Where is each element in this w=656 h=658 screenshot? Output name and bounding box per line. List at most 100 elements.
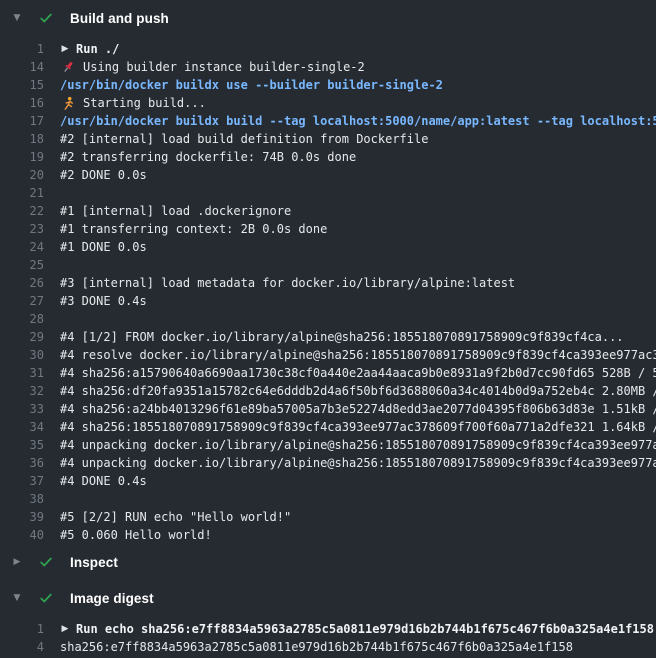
check-icon bbox=[38, 554, 54, 570]
log-line: 17/usr/bin/docker buildx build --tag loc… bbox=[0, 112, 656, 130]
log-line: 14 Using builder instance builder-single-… bbox=[0, 58, 656, 76]
log-line: 20 #2 DONE 0.0s bbox=[0, 166, 656, 184]
log-text: #2 DONE 0.0s bbox=[60, 166, 147, 184]
line-number[interactable]: 4 bbox=[0, 638, 44, 656]
line-number[interactable]: 24 bbox=[0, 238, 44, 256]
log-text-content: #1 [internal] load .dockerignore bbox=[60, 202, 291, 220]
log-line: 29 #4 [1/2] FROM docker.io/library/alpine… bbox=[0, 328, 656, 346]
log-line: 16 Starting build... bbox=[0, 94, 656, 112]
line-number[interactable]: 1 bbox=[0, 620, 44, 638]
log-text: /usr/bin/docker buildx use --builder bui… bbox=[60, 76, 443, 94]
log-text-content: #3 DONE 0.4s bbox=[60, 292, 147, 310]
line-number[interactable]: 33 bbox=[0, 400, 44, 418]
line-number[interactable]: 14 bbox=[0, 58, 44, 76]
log-text-content: #1 DONE 0.0s bbox=[60, 238, 147, 256]
log-line: 27 #3 DONE 0.4s bbox=[0, 292, 656, 310]
line-number[interactable]: 17 bbox=[0, 112, 44, 130]
line-number[interactable]: 31 bbox=[0, 364, 44, 382]
line-number[interactable]: 16 bbox=[0, 94, 44, 112]
expand-play-icon[interactable]: ▶ bbox=[60, 620, 70, 638]
line-number[interactable]: 21 bbox=[0, 184, 44, 202]
expand-play-icon[interactable]: ▶ bbox=[60, 40, 70, 58]
log-line: 39 #5 [2/2] RUN echo "Hello world!" bbox=[0, 508, 656, 526]
line-number[interactable]: 20 bbox=[0, 166, 44, 184]
log-text-content: #3 [internal] load metadata for docker.i… bbox=[60, 274, 515, 292]
log-line: 1 ▶Run echo sha256:e7ff8834a5963a2785c5a0… bbox=[0, 620, 656, 638]
line-number[interactable]: 40 bbox=[0, 526, 44, 544]
log-text-content: Starting build... bbox=[83, 94, 206, 112]
line-number[interactable]: 28 bbox=[0, 310, 44, 328]
log-text: #2 [internal] load build definition from… bbox=[60, 130, 428, 148]
section-header-image-digest[interactable]: ▼Image digest bbox=[0, 586, 656, 610]
log-text: #4 DONE 0.4s bbox=[60, 472, 147, 490]
log-lines: 1 ▶ Run ./ 14 Using builder instance builder… bbox=[0, 40, 656, 544]
log-text: #3 [internal] load metadata for docker.i… bbox=[60, 274, 515, 292]
log-text: #5 [2/2] RUN echo "Hello world!" bbox=[60, 508, 291, 526]
log-line: 19 #2 transferring dockerfile: 74B 0.0s d… bbox=[0, 148, 656, 166]
log-line: 40 #5 0.060 Hello world! bbox=[0, 526, 656, 544]
log-text: #4 unpacking docker.io/library/alpine@sh… bbox=[60, 436, 656, 454]
line-number[interactable]: 34 bbox=[0, 418, 44, 436]
line-number[interactable]: 27 bbox=[0, 292, 44, 310]
section-title: Build and push bbox=[70, 11, 169, 26]
log-line: 28 bbox=[0, 310, 656, 328]
log-text: #3 DONE 0.4s bbox=[60, 292, 147, 310]
log-text-content: #4 DONE 0.4s bbox=[60, 472, 147, 490]
line-number[interactable]: 39 bbox=[0, 508, 44, 526]
section-image-digest: ▼Image digest 1 ▶Run echo sha256:e7ff8834a… bbox=[0, 586, 656, 656]
chevron-down-icon: ▼ bbox=[10, 6, 24, 30]
section-title: Inspect bbox=[70, 555, 118, 570]
line-number[interactable]: 22 bbox=[0, 202, 44, 220]
log-text: ▶ Run ./ bbox=[60, 40, 119, 58]
line-number[interactable]: 38 bbox=[0, 490, 44, 508]
section-title: Image digest bbox=[70, 591, 154, 606]
section-build-and-push: ▼ Build and push 1 ▶ Run ./ 14 Using builder i… bbox=[0, 0, 656, 544]
log-line: 36 #4 unpacking docker.io/library/alpine@… bbox=[0, 454, 656, 472]
log-text-content: Run ./ bbox=[76, 40, 119, 58]
log-text: #4 unpacking docker.io/library/alpine@sh… bbox=[60, 454, 656, 472]
check-icon bbox=[38, 590, 54, 606]
log-lines: 1 ▶Run echo sha256:e7ff8834a5963a2785c5a0… bbox=[0, 620, 656, 656]
log-text: ▶Run echo sha256:e7ff8834a5963a2785c5a08… bbox=[60, 620, 654, 638]
log-text: #4 sha256:a24bb4013296f61e89ba57005a7b3e… bbox=[60, 400, 656, 418]
log-line: 4sha256:e7ff8834a5963a2785c5a0811e979d16… bbox=[0, 638, 656, 656]
line-number[interactable]: 23 bbox=[0, 220, 44, 238]
section-header-build-and-push[interactable]: ▼ Build and push bbox=[0, 6, 656, 30]
workflow-log: ▼Build and push1▶Run ./14Using builder i… bbox=[0, 0, 656, 656]
line-number[interactable]: 19 bbox=[0, 148, 44, 166]
line-number[interactable]: 15 bbox=[0, 76, 44, 94]
log-line: 35 #4 unpacking docker.io/library/alpine@… bbox=[0, 436, 656, 454]
log-text-content: #4 sha256:a24bb4013296f61e89ba57005a7b3e… bbox=[60, 400, 656, 418]
log-text: Starting build... bbox=[60, 94, 206, 112]
log-line: 15/usr/bin/docker buildx use --builder b… bbox=[0, 76, 656, 94]
log-line: 22 #1 [internal] load .dockerignore bbox=[0, 202, 656, 220]
log-text-content: #4 [1/2] FROM docker.io/library/alpine@s… bbox=[60, 328, 624, 346]
line-number[interactable]: 36 bbox=[0, 454, 44, 472]
line-number[interactable]: 26 bbox=[0, 274, 44, 292]
log-line: 18 #2 [internal] load build definition fr… bbox=[0, 130, 656, 148]
line-number[interactable]: 32 bbox=[0, 382, 44, 400]
log-line: 24 #1 DONE 0.0s bbox=[0, 238, 656, 256]
log-text: Using builder instance builder-single-2 bbox=[60, 58, 365, 76]
section-header-inspect[interactable]: ▶Inspect bbox=[0, 550, 656, 574]
log-text-content: #2 transferring dockerfile: 74B 0.0s don… bbox=[60, 148, 356, 166]
section-inspect: ▶Inspect bbox=[0, 550, 656, 574]
log-text-content: #4 sha256:185518070891758909c9f839cf4ca3… bbox=[60, 418, 656, 436]
log-text: #1 DONE 0.0s bbox=[60, 238, 147, 256]
line-number[interactable]: 18 bbox=[0, 130, 44, 148]
log-text-content: #4 unpacking docker.io/library/alpine@sh… bbox=[60, 436, 656, 454]
log-text: #4 sha256:df20fa9351a15782c64e6dddb2d4a6… bbox=[60, 382, 656, 400]
line-number[interactable]: 30 bbox=[0, 346, 44, 364]
line-number[interactable]: 37 bbox=[0, 472, 44, 490]
log-text-content: /usr/bin/docker buildx build --tag local… bbox=[60, 112, 656, 130]
line-number[interactable]: 1 bbox=[0, 40, 44, 58]
log-text-content: #4 unpacking docker.io/library/alpine@sh… bbox=[60, 454, 656, 472]
line-number[interactable]: 29 bbox=[0, 328, 44, 346]
log-text: #4 sha256:185518070891758909c9f839cf4ca3… bbox=[60, 418, 656, 436]
line-number[interactable]: 35 bbox=[0, 436, 44, 454]
log-text-content: #5 0.060 Hello world! bbox=[60, 526, 212, 544]
log-line: 37 #4 DONE 0.4s bbox=[0, 472, 656, 490]
log-line: 38 bbox=[0, 490, 656, 508]
log-line: 34 #4 sha256:185518070891758909c9f839cf4c… bbox=[0, 418, 656, 436]
line-number[interactable]: 25 bbox=[0, 256, 44, 274]
